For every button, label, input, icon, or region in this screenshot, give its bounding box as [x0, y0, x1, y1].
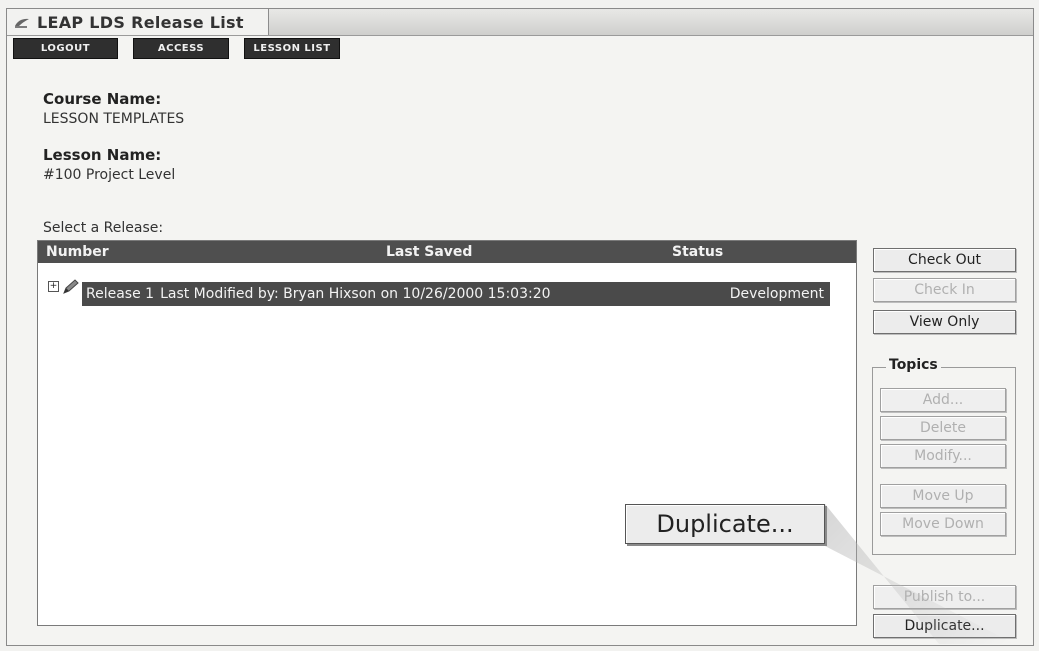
course-name-value: LESSON TEMPLATES — [43, 111, 185, 127]
release-status: Development — [729, 286, 824, 302]
column-header-status[interactable]: Status — [672, 244, 723, 260]
release-row[interactable]: Release 1 Last Modified by: Bryan Hixson… — [82, 282, 830, 306]
access-button[interactable]: ACCESS — [133, 38, 229, 59]
release-table-header: Number Last Saved Status — [38, 241, 856, 263]
plus-expand-icon[interactable]: + — [48, 281, 59, 292]
topics-label: Topics — [886, 357, 941, 373]
lesson-name-value: #100 Project Level — [43, 167, 176, 183]
lesson-list-button[interactable]: LESSON LIST — [244, 38, 340, 59]
title-tab: LEAP LDS Release List — [7, 9, 269, 35]
course-name-label: Course Name: — [43, 90, 162, 108]
move-down-button[interactable]: Move Down — [880, 512, 1006, 536]
move-up-button[interactable]: Move Up — [880, 484, 1006, 508]
leap-logo-icon — [13, 15, 31, 29]
window-title: LEAP LDS Release List — [37, 12, 244, 32]
delete-topic-button[interactable]: Delete — [880, 416, 1006, 440]
column-header-number[interactable]: Number — [46, 244, 109, 260]
pencil-icon — [62, 279, 80, 299]
logout-button[interactable]: LOGOUT — [13, 38, 118, 59]
view-only-button[interactable]: View Only — [873, 310, 1016, 334]
check-out-button[interactable]: Check Out — [873, 248, 1016, 272]
lesson-name-label: Lesson Name: — [43, 146, 162, 164]
release-tree[interactable]: Number Last Saved Status + Release 1 Las… — [37, 240, 857, 626]
title-bar: LEAP LDS Release List — [7, 9, 1033, 36]
release-last-saved: Last Modified by: Bryan Hixson on 10/26/… — [160, 286, 551, 302]
select-release-label: Select a Release: — [43, 220, 164, 236]
modify-topic-button[interactable]: Modify... — [880, 444, 1006, 468]
duplicate-callout: Duplicate... — [625, 504, 825, 544]
add-topic-button[interactable]: Add... — [880, 388, 1006, 412]
check-in-button[interactable]: Check In — [873, 278, 1016, 302]
column-header-last-saved[interactable]: Last Saved — [386, 244, 472, 260]
release-number: Release 1 — [86, 286, 155, 302]
